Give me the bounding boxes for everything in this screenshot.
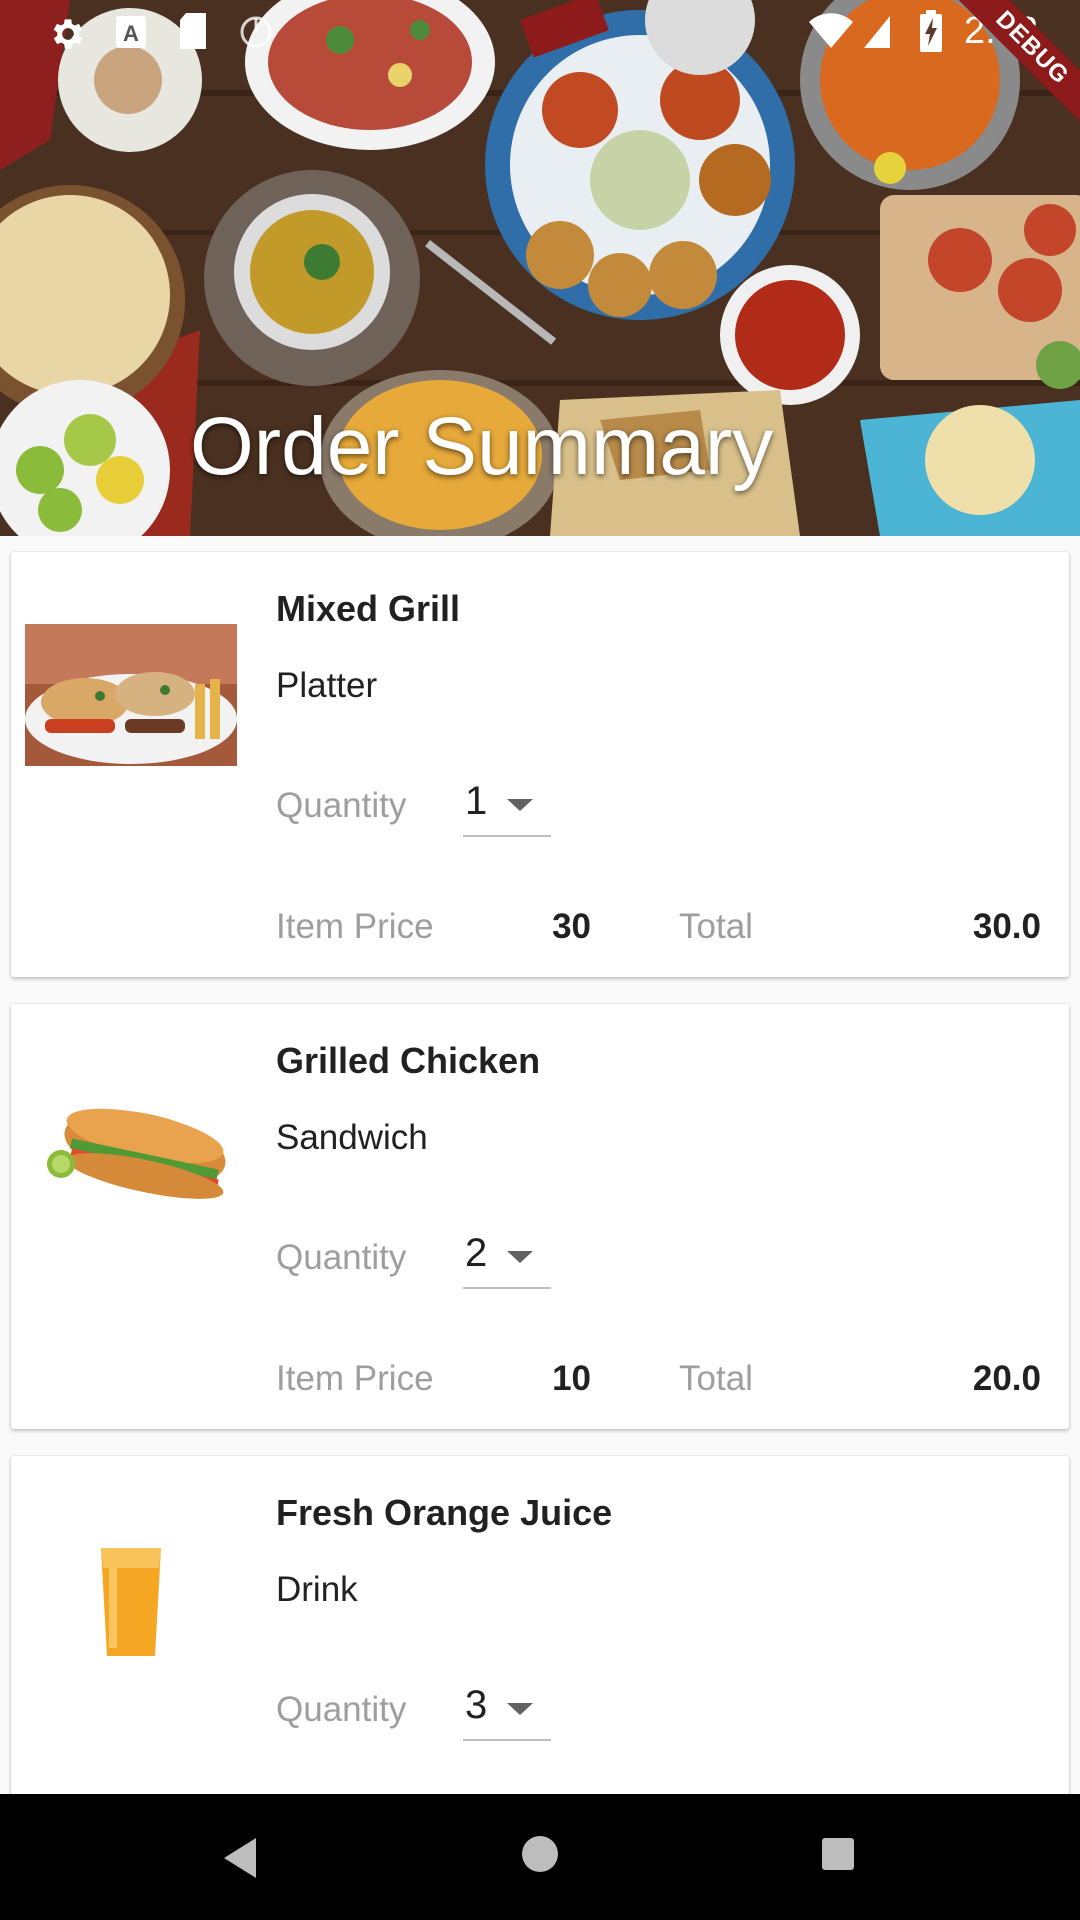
- item-name: Grilled Chicken: [276, 1040, 541, 1081]
- item-price-value: 10: [552, 1359, 591, 1398]
- navigation-bar: [0, 1794, 1080, 1920]
- signal-icon: [864, 16, 890, 48]
- sync-icon: [240, 16, 272, 48]
- quantity-dropdown[interactable]: 1: [463, 779, 551, 837]
- dropdown-arrow-icon: [507, 1703, 533, 1715]
- item-price-value: 30: [552, 907, 591, 946]
- home-icon[interactable]: [522, 1836, 558, 1872]
- item-type: Sandwich: [276, 1118, 428, 1157]
- order-items-list[interactable]: Mixed Grill Platter Quantity 1 Item Pric…: [0, 536, 1080, 1794]
- a-icon: A: [116, 16, 146, 48]
- quantity-value: 1: [465, 779, 488, 823]
- item-image: [25, 1076, 237, 1218]
- status-bar: A 2:02 DEBUG: [0, 0, 1080, 132]
- recent-apps-icon[interactable]: [822, 1838, 854, 1870]
- sd-card-icon: [180, 13, 206, 49]
- battery-charging-icon: [920, 10, 942, 52]
- order-item-card: Grilled Chicken Sandwich Quantity 2 Item…: [11, 1004, 1069, 1429]
- total-label: Total: [679, 1359, 753, 1398]
- item-name: Fresh Orange Juice: [276, 1492, 613, 1533]
- item-type: Drink: [276, 1570, 358, 1609]
- dropdown-arrow-icon: [507, 799, 533, 811]
- item-image: [25, 624, 237, 766]
- quantity-value: 2: [465, 1231, 488, 1275]
- order-summary-screen: Order Summary A DEBUG Mixed Grill Platte…: [0, 0, 1080, 1920]
- total-value: 30.0: [972, 907, 1041, 946]
- header-banner: Order Summary: [0, 0, 1080, 536]
- back-icon[interactable]: [224, 1838, 256, 1878]
- quantity-dropdown[interactable]: 3: [463, 1683, 551, 1741]
- item-price-label: Item Price: [276, 1359, 434, 1398]
- quantity-value: 3: [465, 1683, 488, 1727]
- svg-text:A: A: [123, 21, 139, 46]
- item-image: [25, 1528, 237, 1670]
- quantity-label: Quantity: [276, 1690, 407, 1729]
- total-value: 20.0: [972, 1359, 1041, 1398]
- item-price-label: Item Price: [276, 907, 434, 946]
- quantity-label: Quantity: [276, 786, 407, 825]
- item-type: Platter: [276, 666, 378, 705]
- wifi-icon: [809, 13, 853, 48]
- quantity-dropdown[interactable]: 2: [463, 1231, 551, 1289]
- gear-icon: [53, 19, 83, 49]
- page-title: Order Summary: [190, 401, 774, 492]
- item-name: Mixed Grill: [276, 588, 461, 629]
- order-item-card: Mixed Grill Platter Quantity 1 Item Pric…: [11, 552, 1069, 977]
- total-label: Total: [679, 907, 753, 946]
- order-item-card: Fresh Orange Juice Drink Quantity 3: [11, 1456, 1069, 1794]
- dropdown-arrow-icon: [507, 1251, 533, 1263]
- quantity-label: Quantity: [276, 1238, 407, 1277]
